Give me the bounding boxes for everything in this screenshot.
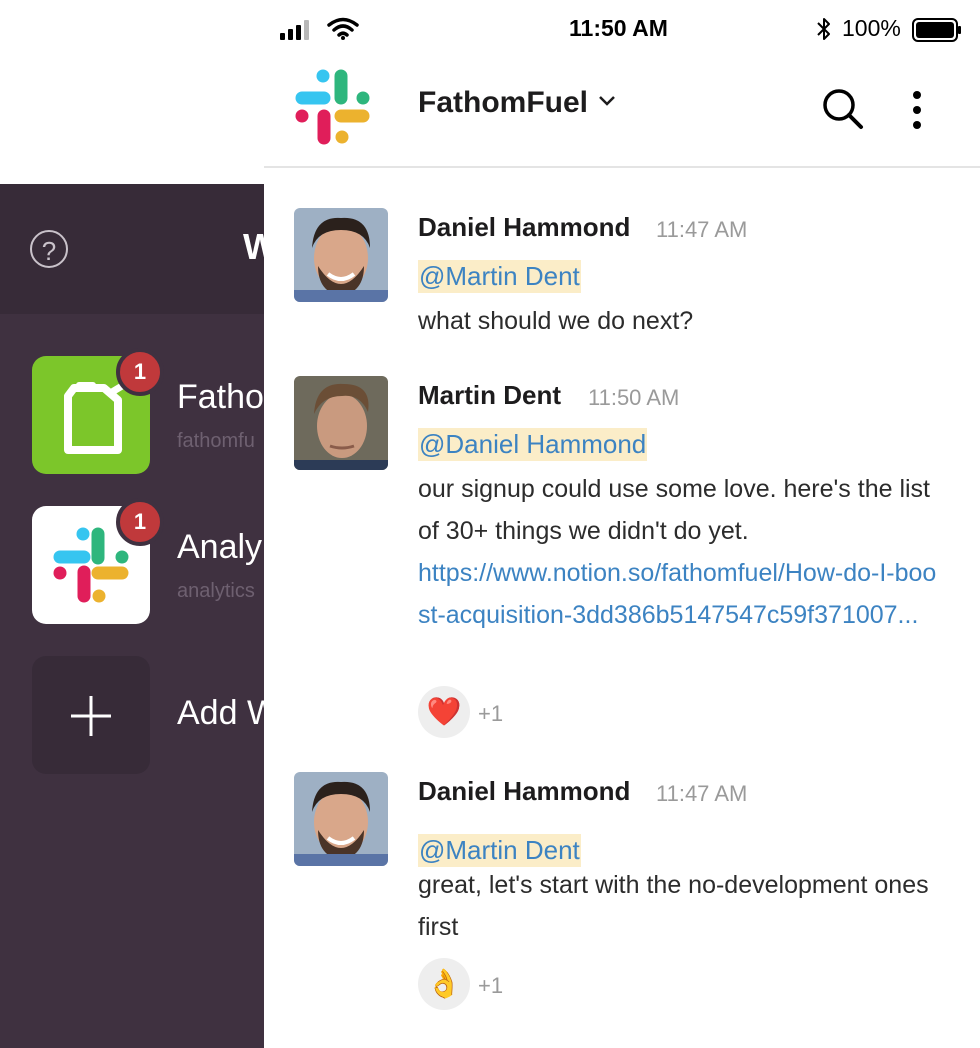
reaction-count: +1: [478, 973, 504, 998]
avatar[interactable]: [294, 376, 388, 470]
workspace-drawer: ? W 1 Fatho fathomfu 1 Analy analytics A…: [0, 184, 264, 1048]
add-workspace-label: Add W: [177, 694, 264, 732]
reaction-heart[interactable]: ❤️: [418, 686, 470, 738]
workspace-name: Fatho: [177, 378, 264, 416]
workspace-name: Analy: [177, 528, 263, 566]
avatar[interactable]: [294, 208, 388, 302]
battery-percent: 100%: [842, 15, 901, 41]
drawer-top-area: [0, 0, 264, 184]
workspace-switcher[interactable]: FathomFuel: [418, 86, 588, 120]
workspace-domain: analytics: [177, 580, 255, 602]
signal-icon: [280, 20, 309, 40]
message-time: 11:47 AM: [656, 217, 748, 242]
message-text: what should we do next?: [418, 307, 694, 335]
channel-header: FathomFuel: [264, 60, 980, 168]
drawer-header: ? W: [0, 184, 264, 314]
chevron-down-icon[interactable]: [597, 92, 617, 108]
message-author[interactable]: Daniel Hammond: [418, 212, 630, 243]
message-author[interactable]: Martin Dent: [418, 380, 561, 411]
question-icon: ?: [41, 236, 57, 266]
main-panel: 11:50 AM 100% FathomFuel Daniel Hammond …: [264, 0, 980, 1048]
user-mention[interactable]: @Martin Dent: [418, 834, 581, 867]
wifi-icon: [327, 17, 359, 40]
more-vertical-icon[interactable]: [910, 90, 924, 130]
unread-badge: 1: [116, 348, 164, 396]
unread-badge: 1: [116, 498, 164, 546]
avatar[interactable]: [294, 772, 388, 866]
plus-icon: [71, 696, 111, 736]
reaction-ok-hand[interactable]: 👌: [418, 958, 470, 1010]
search-icon[interactable]: [820, 86, 866, 132]
workspace-item-fathomfuel[interactable]: 1 Fatho fathomfu: [0, 348, 264, 486]
battery-cap: [912, 18, 961, 42]
user-mention[interactable]: @Daniel Hammond: [418, 428, 648, 461]
add-workspace-tile[interactable]: [32, 656, 150, 774]
status-time: 11:50 AM: [569, 15, 668, 41]
message-time: 11:50 AM: [588, 385, 680, 410]
message-text: great, let's start with the no-developme…: [418, 871, 929, 941]
help-button[interactable]: ?: [30, 230, 68, 268]
slack-logo-icon[interactable]: [290, 64, 376, 150]
user-mention[interactable]: @Martin Dent: [418, 260, 581, 293]
workspace-domain: fathomfu: [177, 430, 255, 452]
message-text: our signup could use some love. here's t…: [418, 475, 930, 545]
reaction-count: +1: [478, 701, 504, 726]
message-time: 11:47 AM: [656, 781, 748, 806]
status-bar: 11:50 AM 100%: [264, 0, 980, 60]
heart-emoji: ❤️: [426, 696, 462, 727]
message-link[interactable]: https://www.notion.so/fathomfuel/How-do-…: [418, 552, 948, 636]
message-author[interactable]: Daniel Hammond: [418, 776, 630, 807]
workspace-item-analytics[interactable]: 1 Analy analytics: [0, 498, 264, 636]
add-workspace-item[interactable]: Add W: [0, 656, 264, 786]
drawer-title: W: [243, 226, 264, 267]
bluetooth-icon: [817, 18, 830, 40]
ok-hand-emoji: 👌: [426, 968, 462, 999]
